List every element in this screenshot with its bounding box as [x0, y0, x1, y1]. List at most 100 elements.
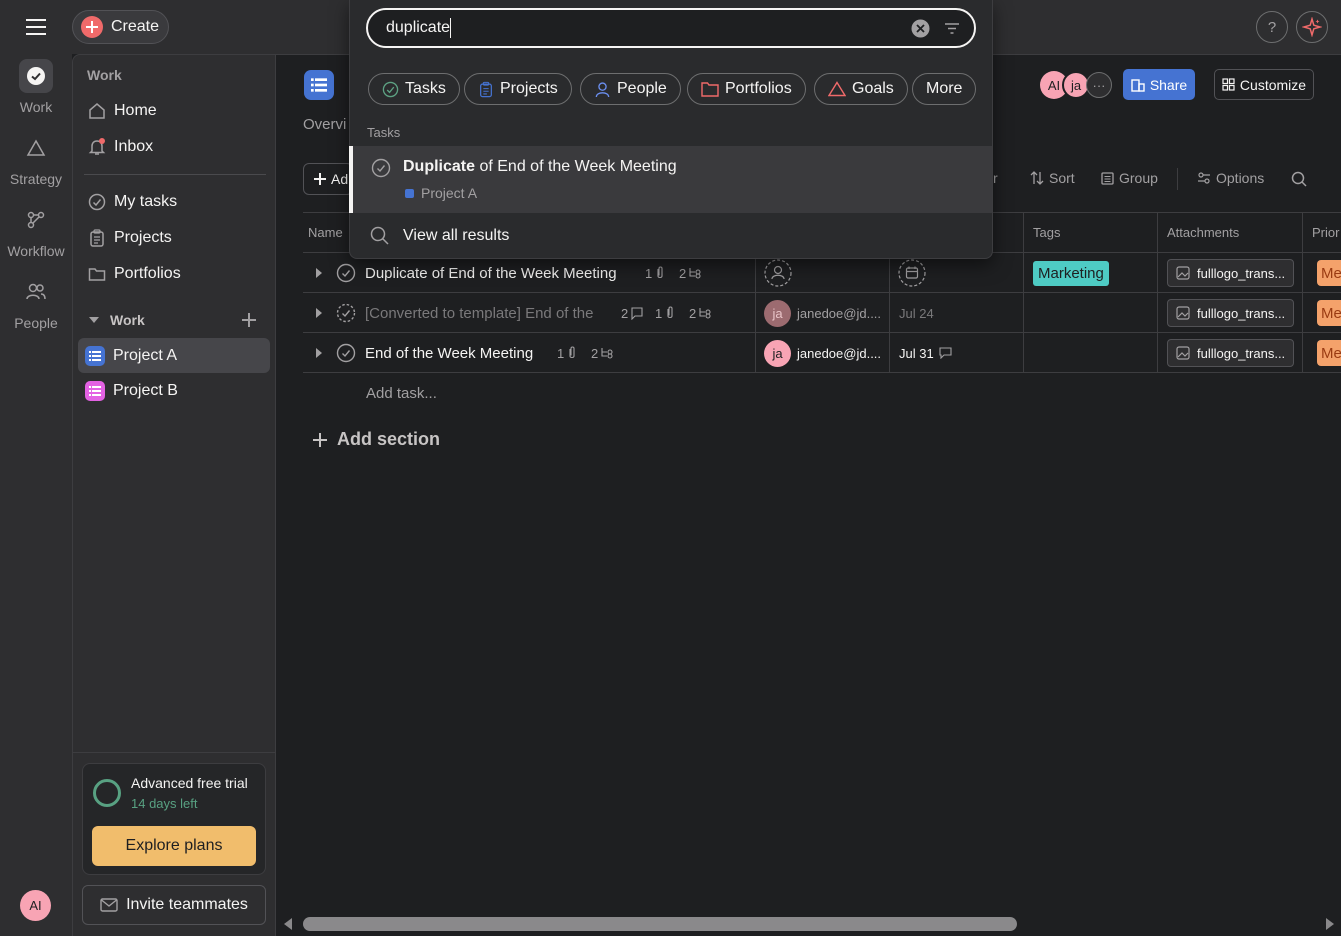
- ai-sparkle-button[interactable]: [1296, 11, 1328, 43]
- table-row[interactable]: End of the Week Meeting 1 2 ja janedoe@j…: [303, 333, 1341, 373]
- column-header-attachments[interactable]: Attachments: [1167, 225, 1239, 240]
- task-complete-checkbox[interactable]: [336, 253, 356, 293]
- add-section-button[interactable]: Add section: [313, 429, 440, 450]
- rail-item-workflow[interactable]: Workflow: [0, 203, 72, 259]
- assignee[interactable]: ja janedoe@jd....: [764, 293, 881, 333]
- subtask-count: 2: [689, 293, 712, 333]
- due-date-empty-icon[interactable]: [898, 253, 926, 293]
- sort-button[interactable]: Sort: [1030, 170, 1075, 186]
- group-icon: [1101, 171, 1114, 185]
- assignee-avatar: ja: [764, 299, 791, 327]
- group-button[interactable]: Group: [1101, 170, 1158, 186]
- sidebar-item-home[interactable]: Home: [84, 94, 269, 128]
- filter-chip-tasks[interactable]: Tasks: [368, 73, 460, 105]
- plus-icon: [81, 16, 103, 38]
- sidebar-item-portfolios[interactable]: Portfolios: [84, 257, 269, 291]
- assignee-empty-icon[interactable]: [764, 253, 792, 293]
- due-date[interactable]: Jul 24: [899, 293, 934, 333]
- assignee[interactable]: ja janedoe@jd....: [764, 333, 881, 373]
- filter-chip-projects[interactable]: Projects: [464, 73, 572, 105]
- clear-search-icon[interactable]: [911, 19, 930, 38]
- sidebar-item-my-tasks[interactable]: My tasks: [84, 185, 269, 219]
- sidebar-item-project-b[interactable]: Project B: [78, 374, 270, 408]
- tag-badge[interactable]: Marketing: [1033, 253, 1109, 293]
- more-members-icon[interactable]: ···: [1086, 72, 1112, 98]
- menu-icon[interactable]: [24, 16, 48, 38]
- add-task-row[interactable]: Add task...: [366, 385, 437, 402]
- recurring-comment-icon: [939, 347, 952, 359]
- comment-count: 2: [621, 293, 644, 333]
- expand-caret-icon[interactable]: [315, 333, 323, 373]
- sidebar-work-group[interactable]: Work: [88, 312, 145, 328]
- task-complete-checkbox[interactable]: [336, 333, 356, 373]
- search-icon[interactable]: [1291, 171, 1307, 187]
- filter-chip-portfolios[interactable]: Portfolios: [687, 73, 806, 105]
- add-project-icon[interactable]: [242, 313, 256, 327]
- table-row[interactable]: Duplicate of End of the Week Meeting 1 2…: [303, 253, 1341, 293]
- expand-caret-icon[interactable]: [315, 253, 323, 293]
- column-header-priority[interactable]: Prior: [1312, 225, 1339, 240]
- column-header-tags[interactable]: Tags: [1033, 225, 1060, 240]
- table-row[interactable]: [Converted to template] End of the 2 1 2…: [303, 293, 1341, 333]
- plus-icon: [314, 173, 326, 185]
- sidebar-section-title: Work: [87, 67, 122, 83]
- plus-icon: [313, 432, 327, 447]
- rail-item-people[interactable]: People: [0, 275, 72, 331]
- task-name[interactable]: Duplicate of End of the Week Meeting: [365, 253, 617, 293]
- scroll-thumb[interactable]: [303, 917, 1017, 931]
- subtask-icon: [601, 348, 613, 359]
- rail-label: Workflow: [7, 243, 65, 259]
- filter-chip-more[interactable]: More: [912, 73, 977, 105]
- priority-badge[interactable]: Me: [1317, 340, 1341, 366]
- rail-item-strategy[interactable]: Strategy: [0, 131, 72, 187]
- explore-plans-button[interactable]: Explore plans: [92, 826, 256, 866]
- filter-icon[interactable]: [944, 22, 960, 35]
- sidebar-item-projects[interactable]: Projects: [84, 221, 269, 255]
- workflow-icon: [19, 203, 53, 237]
- share-button[interactable]: Share: [1123, 69, 1195, 100]
- help-button[interactable]: ?: [1256, 11, 1288, 43]
- task-name[interactable]: End of the Week Meeting: [365, 333, 533, 373]
- tab-overview[interactable]: Overvi: [303, 116, 346, 133]
- invite-teammates-button[interactable]: Invite teammates: [82, 885, 266, 925]
- sidebar-item-inbox[interactable]: Inbox: [84, 130, 269, 164]
- rail-item-work[interactable]: Work: [0, 59, 72, 115]
- paperclip-icon: [667, 306, 673, 319]
- template-checkbox[interactable]: [336, 293, 356, 333]
- search-result-item[interactable]: Duplicate of End of the Week Meeting Pro…: [349, 146, 992, 213]
- home-icon: [88, 102, 106, 120]
- filter-chip-people[interactable]: People: [580, 73, 681, 105]
- user-avatar[interactable]: AI: [20, 890, 51, 921]
- attachment-chip[interactable]: fulllogo_trans...: [1167, 259, 1295, 287]
- mail-icon: [100, 898, 118, 912]
- check-circle-icon: [371, 158, 391, 178]
- search-input[interactable]: duplicate: [366, 8, 976, 48]
- priority-badge[interactable]: Me: [1317, 300, 1341, 326]
- add-task-button[interactable]: Ad: [303, 163, 353, 195]
- scroll-left-icon[interactable]: [283, 918, 293, 930]
- sidebar-item-label: Projects: [114, 229, 172, 246]
- due-date[interactable]: Jul 31: [899, 333, 952, 373]
- column-header-name[interactable]: Name: [308, 225, 343, 240]
- rail-label: Work: [19, 99, 53, 115]
- attachment-count: 1: [645, 253, 666, 293]
- toolbar-divider: [1177, 168, 1178, 190]
- sidebar-item-project-a[interactable]: Project A: [78, 338, 270, 373]
- task-name[interactable]: [Converted to template] End of the: [365, 293, 593, 333]
- project-color-dot: [405, 188, 414, 198]
- filter-button[interactable]: r: [993, 170, 998, 186]
- create-button[interactable]: Create: [72, 10, 169, 44]
- attachment-chip[interactable]: fulllogo_trans...: [1167, 339, 1295, 367]
- priority-badge[interactable]: Me: [1317, 260, 1341, 286]
- search-result-project: Project A: [405, 185, 477, 201]
- options-icon: [1198, 172, 1210, 184]
- attachment-chip[interactable]: fulllogo_trans...: [1167, 299, 1295, 327]
- options-button[interactable]: Options: [1197, 170, 1264, 186]
- expand-caret-icon[interactable]: [315, 293, 323, 333]
- sidebar-item-label: Project A: [113, 346, 178, 364]
- customize-button[interactable]: Customize: [1214, 69, 1314, 100]
- scroll-right-icon[interactable]: [1325, 918, 1335, 930]
- view-all-results[interactable]: View all results: [370, 226, 509, 245]
- filter-chip-goals[interactable]: Goals: [814, 73, 908, 105]
- paperclip-icon: [657, 266, 663, 279]
